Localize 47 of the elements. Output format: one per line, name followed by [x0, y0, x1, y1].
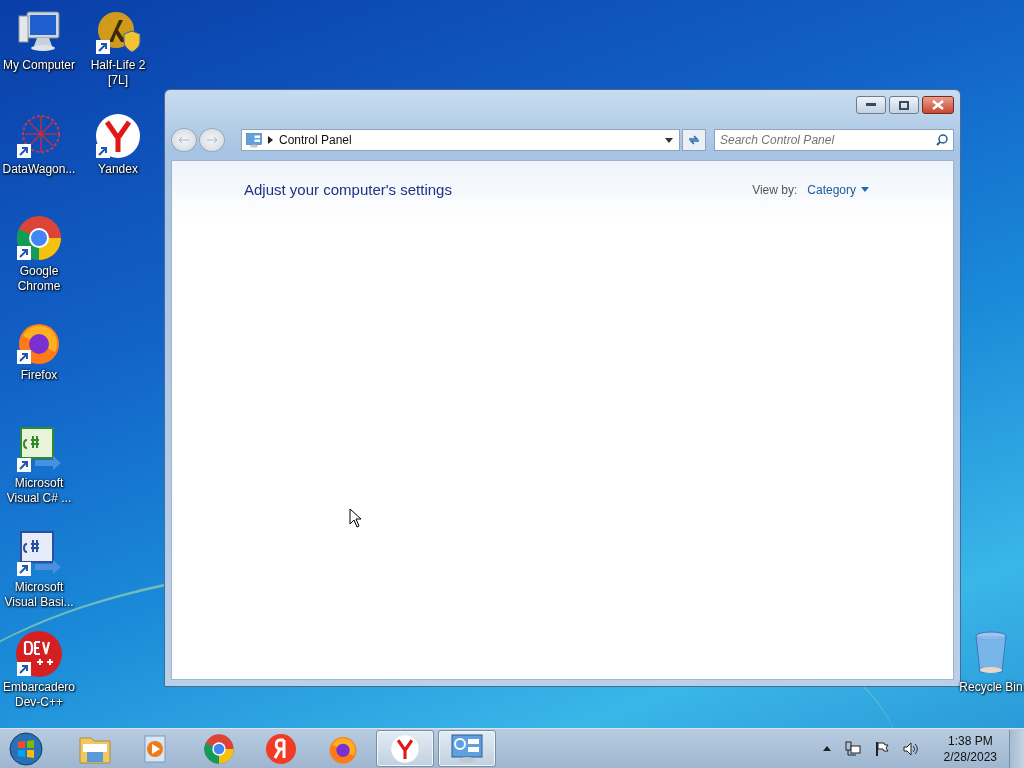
- refresh-icon: [687, 134, 701, 146]
- caret-icon: [861, 187, 869, 192]
- desktop-icon-label[interactable]: DataWagon...: [2, 162, 76, 177]
- control-panel-icon: [246, 132, 262, 148]
- y-logo-icon: [390, 733, 420, 764]
- control-panel-icon: [451, 733, 483, 764]
- close-icon: [932, 100, 944, 110]
- view-by-label: View by:: [752, 182, 798, 197]
- address-bar[interactable]: Control Panel: [241, 129, 680, 151]
- forward-arrow-icon: [206, 136, 218, 144]
- desktop-icon-label[interactable]: Microsoft Visual Basi...: [0, 580, 78, 610]
- desktop-icon-label[interactable]: Microsoft Visual C# ...: [0, 476, 78, 506]
- y-logo-icon: [94, 112, 142, 160]
- close-button[interactable]: [922, 96, 954, 114]
- dev-badge-icon: [15, 630, 63, 678]
- browser-circle-icon: [15, 214, 63, 262]
- show-hidden-icons-icon[interactable]: [822, 746, 831, 751]
- vb-file-arrow-icon: [15, 530, 63, 578]
- dropdown-caret-icon[interactable]: [665, 137, 673, 143]
- network-icon[interactable]: [844, 741, 861, 756]
- back-arrow-icon: [178, 136, 190, 144]
- refresh-button[interactable]: [682, 129, 706, 151]
- page-heading: Adjust your computer's settings: [244, 181, 453, 198]
- speaker-icon[interactable]: [902, 741, 919, 756]
- maximize-icon: [899, 100, 909, 110]
- taskbar-button[interactable]: [438, 730, 496, 767]
- ya-logo-icon: [265, 732, 297, 765]
- network-pattern-icon: [15, 112, 63, 160]
- search-field[interactable]: Search Control Panel: [714, 129, 954, 151]
- breadcrumb-arrow-icon: [268, 136, 273, 144]
- taskbar-button[interactable]: [376, 730, 434, 767]
- minimize-button[interactable]: [856, 96, 886, 114]
- maximize-button[interactable]: [889, 96, 919, 114]
- desktop-icon-label[interactable]: My Computer: [3, 58, 75, 73]
- flag-icon[interactable]: [874, 741, 889, 756]
- browser-circle-icon: [203, 732, 235, 765]
- code-file-arrow-icon: [15, 426, 63, 474]
- view-by-dropdown[interactable]: Category: [807, 182, 869, 197]
- desktop-icon-label[interactable]: Yandex: [98, 162, 138, 177]
- desktop-icon-label[interactable]: Firefox: [20, 368, 58, 383]
- desktop-icon-label[interactable]: Half-Life 2 [7L]: [79, 58, 157, 88]
- search-icon: [936, 134, 948, 146]
- clock[interactable]: 1:38 PM 2/28/2023: [935, 732, 1005, 765]
- show-desktop-button[interactable]: [1009, 729, 1024, 768]
- mouse-cursor-icon: [349, 508, 362, 528]
- desktop-icon-label[interactable]: Google Chrome: [0, 264, 78, 294]
- minimize-icon: [866, 103, 876, 107]
